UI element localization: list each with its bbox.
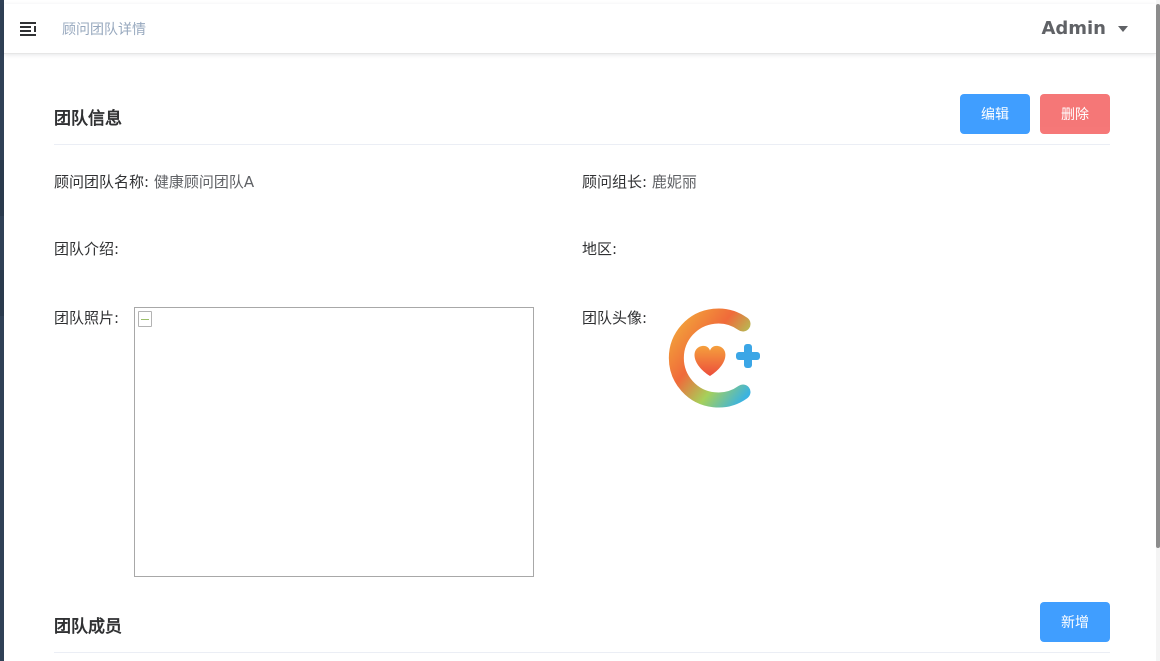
user-name: Admin (1041, 18, 1106, 39)
sidebar-edge (0, 0, 4, 661)
delete-button[interactable]: 删除 (1040, 94, 1110, 134)
region-row: 地区: (582, 238, 617, 259)
scrollbar[interactable] (1156, 0, 1160, 661)
scrollbar-thumb[interactable] (1156, 4, 1160, 548)
user-dropdown[interactable]: Admin (1041, 18, 1128, 39)
team-photo-row: 团队照片: (54, 307, 119, 328)
team-avatar-row: 团队头像: (582, 307, 647, 328)
add-member-button[interactable]: 新增 (1040, 602, 1110, 642)
region-label: 地区: (582, 240, 618, 258)
team-name-value: 健康顾问团队A (153, 173, 255, 191)
sidebar-segment (0, 270, 4, 316)
edit-button[interactable]: 编辑 (960, 94, 1030, 134)
caret-down-icon (1118, 25, 1128, 32)
health-logo-icon (668, 308, 760, 408)
team-members-title: 团队成员 (54, 617, 122, 637)
menu-toggle-icon[interactable] (20, 21, 38, 37)
team-avatar-label: 团队头像: (582, 309, 648, 327)
sidebar-segment (0, 160, 4, 216)
broken-image-icon (138, 311, 152, 327)
main-content: 团队信息 编辑 删除 顾问团队名称: 健康顾问团队A 顾问组长: 鹿妮丽 团队介… (54, 54, 1110, 653)
team-leader-label: 顾问组长: (582, 173, 648, 191)
team-photo-label: 团队照片: (54, 309, 120, 327)
team-info-title: 团队信息 (54, 109, 122, 129)
top-navbar: 顾问团队详情 Admin (4, 4, 1156, 54)
team-name-label: 顾问团队名称: (54, 173, 150, 191)
team-photo-image (134, 307, 534, 577)
team-name-row: 顾问团队名称: 健康顾问团队A (54, 171, 254, 192)
team-leader-row: 顾问组长: 鹿妮丽 (582, 171, 697, 192)
team-info-header: 团队信息 编辑 删除 (54, 54, 1110, 145)
breadcrumb: 顾问团队详情 (62, 22, 146, 38)
team-intro-row: 团队介绍: (54, 238, 119, 259)
team-intro-label: 团队介绍: (54, 240, 120, 258)
team-leader-value: 鹿妮丽 (651, 173, 697, 191)
team-members-header: 团队成员 新增 (54, 599, 1110, 653)
